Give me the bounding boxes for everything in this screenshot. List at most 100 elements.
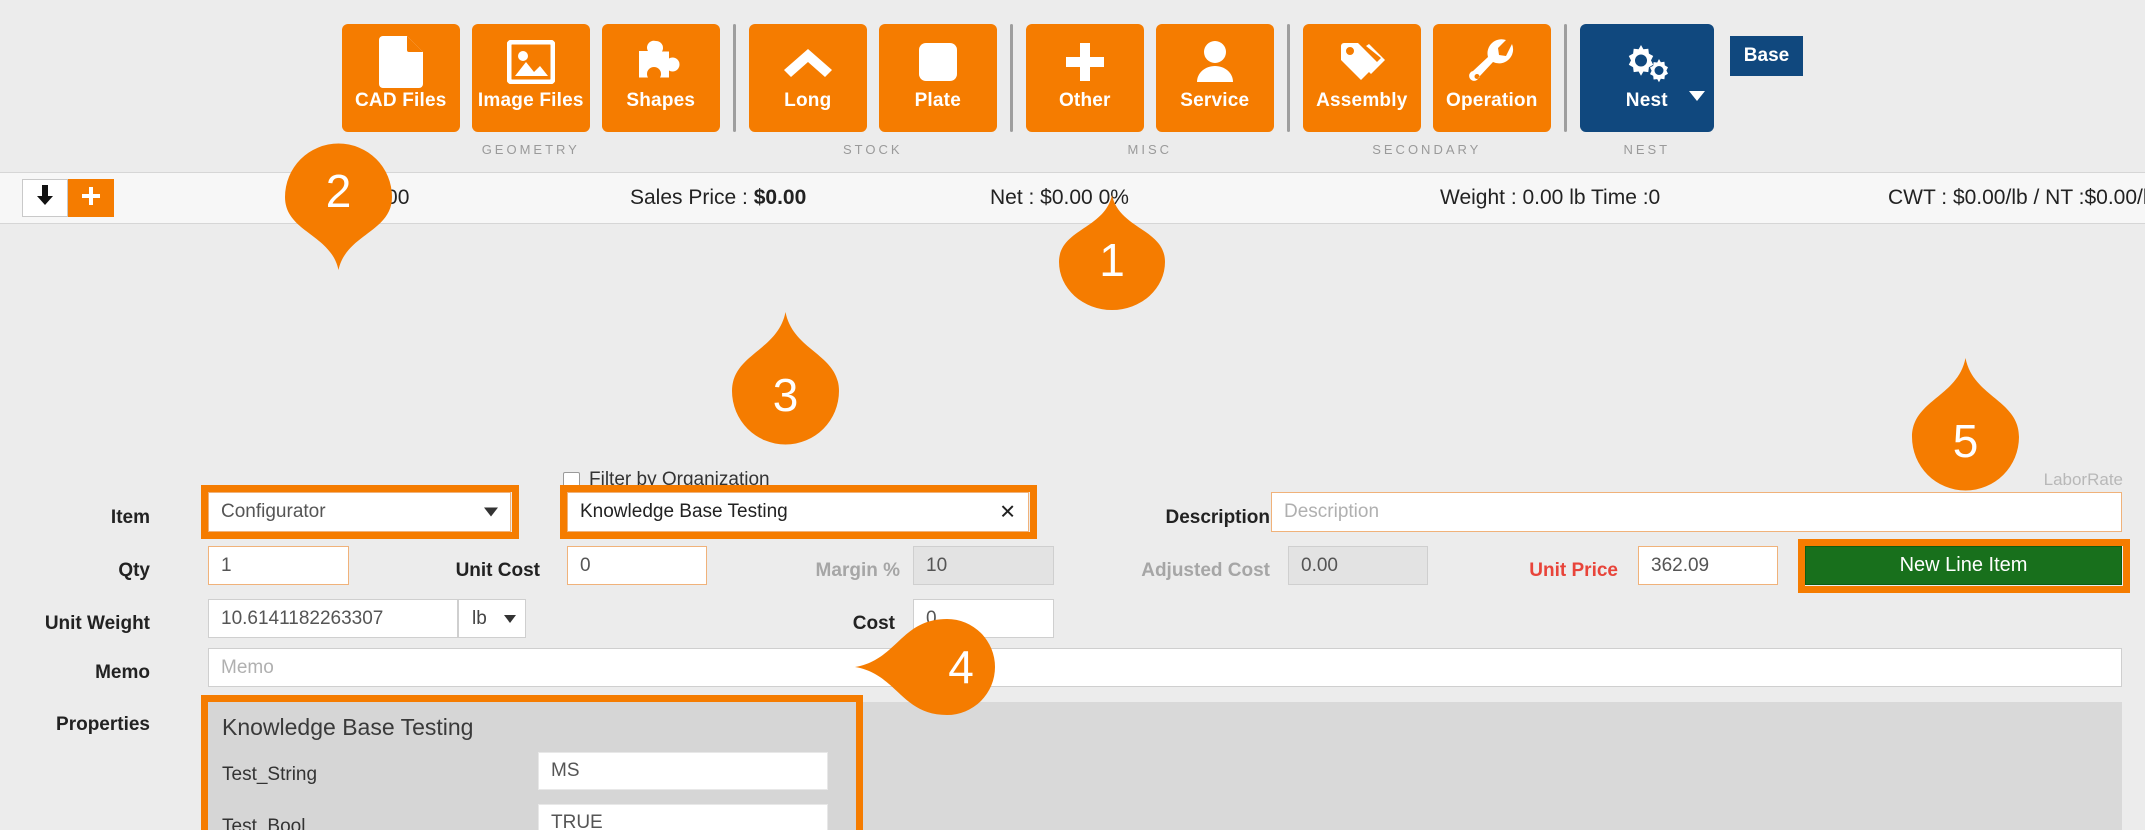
toolbar-group-nest: Nest NEST	[1580, 24, 1714, 157]
item-type-value: Configurator	[221, 501, 326, 523]
unit-price-input[interactable]: 362.09	[1638, 546, 1778, 585]
collapse-down-button[interactable]	[22, 179, 68, 217]
memo-label: Memo	[60, 662, 150, 684]
toolbar-button-assembly[interactable]: Assembly	[1303, 24, 1421, 132]
toolbar-button-long[interactable]: Long	[749, 24, 867, 132]
gears-icon	[1621, 36, 1673, 88]
toolbar-group-label: STOCK	[843, 142, 903, 157]
margin-label: Margin %	[770, 560, 900, 582]
toolbar-button-label: Plate	[915, 90, 961, 112]
toolbar-divider	[1287, 24, 1290, 132]
toolbar-button-image-files[interactable]: Image Files	[472, 24, 590, 132]
callout-1: 1	[1047, 195, 1177, 310]
toolbar-group-stock: Long Plate STOCK	[749, 24, 997, 157]
toolbar-group-label: MISC	[1128, 142, 1173, 157]
summary-cwt-nt: CWT : $0.00/lb / NT :$0.00/h	[1888, 186, 2145, 210]
image-icon	[507, 36, 555, 88]
toolbar-group-secondary: Assembly Operation SECONDARY	[1303, 24, 1551, 157]
unit-weight-unit-select[interactable]: lb	[458, 599, 526, 638]
chevron-down-icon	[504, 615, 516, 623]
memo-placeholder: Memo	[221, 657, 274, 679]
unit-weight-value: 10.6141182263307	[221, 608, 383, 630]
property-label-test-string: Test_String	[222, 764, 317, 786]
unit-price-value: 362.09	[1651, 555, 1709, 577]
callout-number: 5	[1908, 406, 2023, 476]
callout-number: 3	[728, 360, 843, 430]
toolbar-button-label: Long	[784, 90, 831, 112]
labor-rate-label: LaborRate	[2044, 470, 2123, 490]
person-icon	[1195, 36, 1235, 88]
memo-input[interactable]: Memo	[208, 648, 2122, 687]
toolbar-group-label: SECONDARY	[1372, 142, 1481, 157]
description-label: Description	[1130, 507, 1270, 529]
properties-panel: Knowledge Base Testing Test_String MS Te…	[208, 702, 856, 830]
wrench-icon	[1469, 36, 1515, 88]
properties-label: Properties	[30, 714, 150, 736]
adjusted-cost-label: Adjusted Cost	[1090, 560, 1270, 582]
item-name-value: Knowledge Base Testing	[580, 501, 788, 523]
add-line-button[interactable]	[68, 179, 114, 217]
summary-weight-time: Weight : 0.00 lb Time :0	[1440, 186, 1660, 210]
unit-cost-input[interactable]: 0	[567, 546, 707, 585]
properties-title: Knowledge Base Testing	[222, 714, 473, 741]
file-icon	[379, 36, 423, 88]
chevron-down-icon	[484, 508, 498, 517]
qty-input[interactable]: 1	[208, 546, 349, 585]
unit-weight-unit-value: lb	[472, 608, 487, 630]
toolbar-group-label: NEST	[1623, 142, 1670, 157]
toolbar-button-service[interactable]: Service	[1156, 24, 1274, 132]
tag-icon	[1338, 36, 1386, 88]
callout-2: 2	[281, 140, 396, 270]
toolbar-group-geometry: CAD Files Image Files Shapes	[342, 24, 720, 157]
toolbar-group-misc: Other Service MISC	[1026, 24, 1274, 157]
chevron-down-icon[interactable]	[1689, 89, 1705, 104]
unit-weight-input[interactable]: 10.6141182263307	[208, 599, 458, 638]
qty-value: 1	[221, 555, 232, 577]
callout-3: 3	[728, 312, 843, 447]
toolbar-button-label: Other	[1059, 90, 1111, 112]
toolbar-group-label: GEOMETRY	[482, 142, 580, 157]
puzzle-icon	[637, 36, 685, 88]
property-input-test-bool[interactable]: TRUE	[538, 804, 828, 830]
toolbar-button-operation[interactable]: Operation	[1433, 24, 1551, 132]
toolbar-button-other[interactable]: Other	[1026, 24, 1144, 132]
adjusted-cost-input[interactable]: 0.00	[1288, 546, 1428, 585]
base-chip-button[interactable]: Base	[1730, 36, 1803, 76]
new-line-item-button[interactable]: New Line Item	[1805, 546, 2122, 585]
filter-by-organization-label: Filter by Organization	[589, 469, 770, 491]
close-icon[interactable]: ✕	[999, 500, 1016, 525]
qty-label: Qty	[60, 560, 150, 582]
toolbar-divider	[1010, 24, 1013, 132]
toolbar-button-label: Service	[1180, 90, 1249, 112]
callout-4: 4	[855, 617, 1015, 717]
property-value: TRUE	[551, 812, 603, 830]
item-type-select[interactable]: Configurator	[208, 492, 511, 532]
toolbar-button-cad-files[interactable]: CAD Files	[342, 24, 460, 132]
description-input[interactable]: Description	[1271, 492, 2122, 532]
toolbar-button-nest[interactable]: Nest	[1580, 24, 1714, 132]
toolbar-divider	[1564, 24, 1567, 132]
margin-input[interactable]: 10	[913, 546, 1054, 585]
callout-number: 4	[907, 632, 1015, 702]
description-placeholder: Description	[1284, 501, 1379, 523]
toolbar-button-label: Image Files	[478, 90, 584, 112]
toolbar-button-label: CAD Files	[355, 90, 447, 112]
callout-number: 1	[1047, 225, 1177, 295]
item-name-input[interactable]: Knowledge Base Testing ✕	[567, 492, 1029, 532]
toolbar-button-shapes[interactable]: Shapes	[602, 24, 720, 132]
adjusted-cost-value: 0.00	[1301, 555, 1338, 577]
filter-by-organization-checkbox[interactable]	[563, 472, 580, 489]
property-value: MS	[551, 760, 580, 782]
filter-by-organization-row[interactable]: Filter by Organization	[563, 469, 770, 491]
property-input-test-string[interactable]: MS	[538, 752, 828, 790]
margin-value: 10	[926, 555, 947, 577]
chevron-up-icon	[782, 36, 834, 88]
callout-5: 5	[1908, 358, 2023, 493]
summary-sales-price: Sales Price : $0.00	[630, 186, 806, 210]
unit-weight-label: Unit Weight	[40, 613, 150, 635]
toolbar-button-label: Shapes	[626, 90, 695, 112]
callout-number: 2	[281, 156, 396, 226]
unit-price-label: Unit Price	[1470, 560, 1618, 582]
line-item-form: Filter by Organization LaborRate Item Co…	[0, 224, 2145, 802]
toolbar-button-plate[interactable]: Plate	[879, 24, 997, 132]
